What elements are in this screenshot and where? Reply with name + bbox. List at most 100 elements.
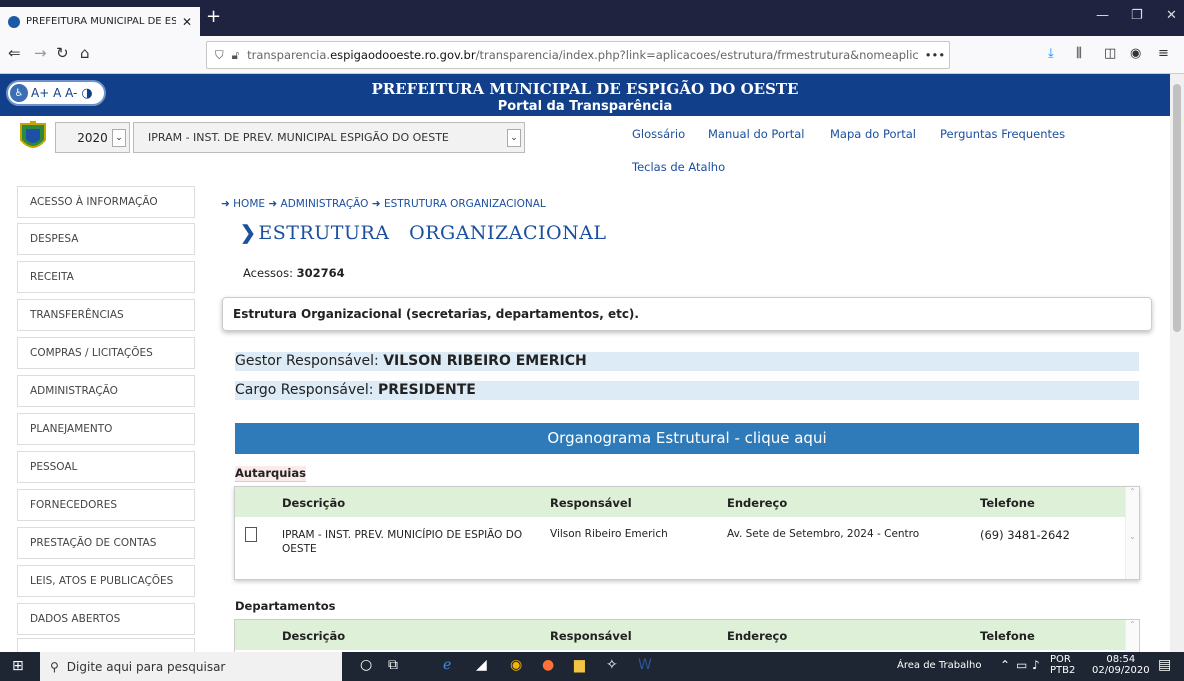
windows-taskbar: ⊞ ⚲ Digite aqui para pesquisar ○ ⧉ ℯ ◢ ◉… [0,652,1184,681]
scrollbar-thumb[interactable] [1173,84,1181,332]
sidebar-item-planejamento[interactable]: PLANEJAMENTO [17,413,195,445]
link-mapa[interactable]: Mapa do Portal [830,127,916,141]
page-scrollbar[interactable] [1170,74,1184,652]
organograma-button[interactable]: Organograma Estrutural - clique aqui [235,423,1139,454]
new-tab-icon[interactable]: + [206,6,221,27]
sidebar-item-acesso[interactable]: ACESSO À INFORMAÇÃO [17,186,195,218]
cargo-value: PRESIDENTE [377,382,476,398]
reload-icon[interactable]: ↻ [56,44,69,62]
access-counter: Acessos: 302764 [243,266,345,280]
edge-icon[interactable]: ℯ [443,657,451,673]
account-icon[interactable]: ◉ [1130,46,1141,61]
year-select[interactable]: 2020 ⌄ [55,122,130,153]
close-tab-icon[interactable]: ✕ [182,15,192,29]
sidebar-item-receita[interactable]: RECEITA [17,261,195,293]
page-actions-icon[interactable]: ••• [919,48,945,62]
cell-telefone: (69) 3481-2642 [980,528,1070,542]
breadcrumb: ➜ HOME ➜ ADMINISTRAÇÃO ➜ ESTRUTURA ORGAN… [221,198,546,210]
col-responsavel: Responsável [550,629,632,643]
chevron-down-icon: ⌄ [507,129,521,147]
contrast-icon[interactable]: ◑ [81,86,92,101]
url-bar[interactable]: ⛉ 🔓︎ transparencia. espigaodooeste.ro.gov… [206,41,950,69]
tray-chevron-icon[interactable]: ⌃ [1000,658,1010,672]
table-scrollbar[interactable]: ⌃ [1125,620,1139,652]
arrow-right-icon: ➜ [268,198,278,210]
arrow-right-icon: ➜ [221,198,230,210]
document-icon[interactable] [245,527,257,542]
cell-responsavel: Vilson Ribeiro Emerich [550,528,668,540]
browser-tab[interactable]: PREFEITURA MUNICIPAL DE ESI ✕ [0,7,200,36]
page-title-text: ESTRUTURA ORGANIZACIONAL [258,222,607,244]
access-value: 302764 [296,266,345,280]
library-icon[interactable]: ⫼ [1076,46,1082,61]
gestor-value: VILSON RIBEIRO EMERICH [383,353,587,369]
app-icon[interactable]: ◢ [476,657,487,673]
sidebar-item-administracao[interactable]: ADMINISTRAÇÃO [17,375,195,407]
clock[interactable]: 08:54 02/09/2020 [1092,654,1150,676]
breadcrumb-current[interactable]: ESTRUTURA ORGANIZACIONAL [384,198,546,210]
sidebar-item-transferencias[interactable]: TRANSFERÊNCIAS [17,299,195,331]
windows-start-icon[interactable]: ⊞ [12,658,24,674]
task-view-icon[interactable]: ⧉ [388,657,398,673]
col-descricao: Descrição [282,629,346,643]
chrome-icon[interactable]: ◉ [510,657,522,673]
table-header: Descrição Responsável Endereço Telefone [235,487,1139,517]
app-icon-2[interactable]: ✧ [606,657,618,673]
col-responsavel: Responsável [550,496,632,510]
sidebar-item-fornecedores[interactable]: FORNECEDORES [17,489,195,521]
download-icon[interactable]: ⤓ [1048,46,1054,61]
menu-icon[interactable]: ≡ [1158,46,1169,61]
sidebar-item-prestacao[interactable]: PRESTAÇÃO DE CONTAS [17,527,195,559]
sidebar-item-leis[interactable]: LEIS, ATOS E PUBLICAÇÕES [17,565,195,597]
minimize-icon[interactable]: — [1096,8,1109,23]
link-glossario[interactable]: Glossário [632,127,685,141]
col-endereco: Endereço [727,496,788,510]
col-endereco: Endereço [727,629,788,643]
notification-icon[interactable]: ▤ [1158,657,1171,673]
search-icon: ⚲ [50,659,59,674]
sidebar-item-compras[interactable]: COMPRAS / LICITAÇÕES [17,337,195,369]
breadcrumb-home[interactable]: HOME [233,198,265,210]
page-title: ❯ ESTRUTURA ORGANIZACIONAL [240,222,607,244]
volume-icon[interactable]: ♪ [1032,658,1040,672]
shield-icon: ⛉ [215,47,224,62]
taskbar-search[interactable]: ⚲ Digite aqui para pesquisar [40,652,342,681]
pocket-icon[interactable]: ⛉ [945,48,949,63]
sidebar-toggle-icon[interactable]: ◫ [1104,46,1116,61]
site-favicon-icon [8,15,20,28]
arrow-right-icon: ➜ [371,198,381,210]
org-select[interactable]: IPRAM - INST. DE PREV. MUNICIPAL ESPIGÃO… [133,122,525,153]
file-explorer-icon[interactable]: ▆ [574,657,585,673]
font-size-controls[interactable]: A+ A A- [31,86,77,100]
language-indicator[interactable]: POR PTB2 [1050,654,1075,676]
home-icon[interactable]: ⌂ [80,44,90,62]
sidebar-item-dados[interactable]: DADOS ABERTOS [17,603,195,635]
link-perguntas[interactable]: Perguntas Frequentes [940,127,1065,141]
link-manual[interactable]: Manual do Portal [708,127,804,141]
link-teclas[interactable]: Teclas de Atalho [632,160,725,174]
language-line1: POR [1050,654,1071,665]
chevron-down-icon: ⌄ [112,129,126,147]
back-icon[interactable]: ⇐ [8,44,21,62]
breadcrumb-admin[interactable]: ADMINISTRAÇÃO [281,198,369,210]
cell-descricao-line1: IPRAM - INST. PREV. MUNICÍPIO DE ESPIÃO … [282,529,523,541]
sidebar-item-despesa[interactable]: DESPESA [17,223,195,255]
restore-icon[interactable]: ❐ [1131,8,1143,23]
network-icon[interactable]: ▭ [1016,658,1027,672]
col-descricao: Descrição [282,496,346,510]
sidebar-item-pessoal[interactable]: PESSOAL [17,451,195,483]
sidebar-item-partial[interactable] [17,638,195,652]
close-window-icon[interactable]: ✕ [1166,8,1177,23]
autarquias-table: Descrição Responsável Endereço Telefone … [234,486,1140,580]
forward-icon[interactable]: → [34,44,47,62]
accessibility-icon[interactable]: ♿︎ [10,84,28,102]
firefox-icon[interactable]: ● [542,657,554,673]
site-header: PREFEITURA MUNICIPAL DE ESPIGÃO DO OESTE… [0,74,1170,116]
cortana-icon[interactable]: ○ [360,657,372,673]
desktop-label[interactable]: Área de Trabalho [897,660,981,671]
word-icon[interactable]: W [638,657,652,673]
url-prefix: transparencia. [247,48,331,62]
table-row[interactable]: IPRAM - INST. PREV. MUNICÍPIO DE ESPIÃO … [235,517,1139,567]
gestor-line: Gestor Responsável: VILSON RIBEIRO EMERI… [235,352,1139,371]
table-scrollbar[interactable]: ⌃ ⌄ [1125,487,1139,579]
